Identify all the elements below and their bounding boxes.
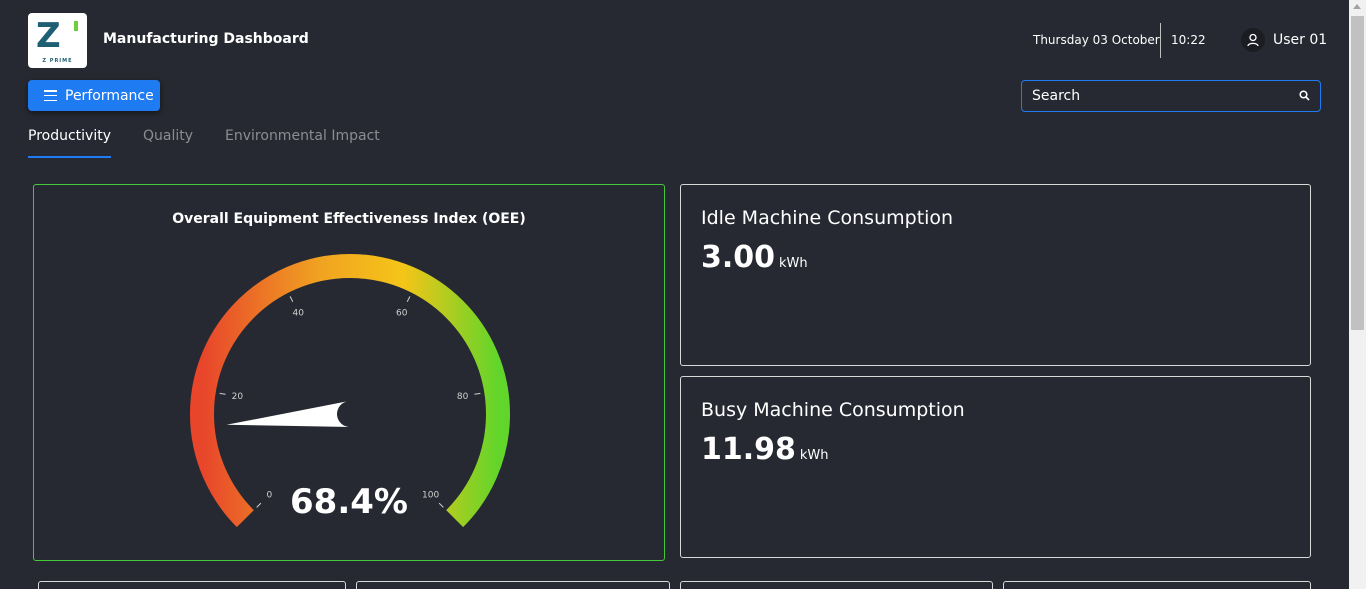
gauge-tick [474,392,481,395]
oee-gauge: 0 20 40 60 80 100 68.4% [190,254,510,528]
oee-card: Overall Equipment Effectiveness Index (O… [33,184,665,561]
bottom-card-3 [680,581,993,589]
user-icon[interactable] [1241,28,1265,52]
gauge-tick-label: 60 [396,308,408,318]
idle-consumption-number: 3.00 [701,240,776,275]
idle-consumption-value: 3.00 kWh [701,240,808,275]
busy-consumption-number: 11.98 [701,432,796,467]
search-input[interactable] [1032,87,1292,105]
logo-accent [74,21,78,31]
hamburger-menu-icon [44,90,57,101]
busy-consumption-unit: kWh [799,448,829,463]
gauge-tick-label: 40 [293,308,305,318]
tab-quality[interactable]: Quality [143,128,193,158]
busy-consumption-value: 11.98 kWh [701,432,829,467]
performance-menu-label: Performance [65,87,154,104]
oee-value: 68.4% [290,482,408,522]
idle-consumption-unit: kWh [779,256,808,271]
gauge-tick [219,392,226,395]
gauge-tick [289,296,294,302]
gauge-tick-label: 20 [232,392,244,402]
bottom-card-2 [356,581,670,589]
idle-consumption-card: Idle Machine Consumption 3.00 kWh [680,184,1311,366]
search-icon[interactable] [1299,90,1310,101]
tab-bar: Productivity Quality Environmental Impac… [28,128,380,158]
gauge-tick-label: 80 [457,392,469,402]
gauge-needle [226,401,352,427]
tab-environmental-impact[interactable]: Environmental Impact [225,128,380,158]
idle-consumption-title: Idle Machine Consumption [701,207,954,229]
gauge-arc [190,254,510,528]
current-time: 10:22 [1171,33,1206,47]
bottom-card-4 [1003,581,1311,589]
tab-productivity[interactable]: Productivity [28,128,111,158]
gauge-tick [256,502,262,508]
busy-consumption-title: Busy Machine Consumption [701,399,965,421]
scroll-up-arrow-icon[interactable] [1353,4,1361,9]
header-divider [1160,23,1161,58]
dashboard-page: Z Z PRIME Manufacturing Dashboard Thursd… [0,0,1366,589]
scrollbar-thumb[interactable] [1351,16,1364,330]
app-title: Manufacturing Dashboard [103,31,309,47]
gauge-tick [438,502,444,508]
gauge-tick [406,296,411,302]
search-box[interactable] [1021,80,1321,112]
logo-brand-text: Z PRIME [42,58,73,64]
company-logo[interactable]: Z Z PRIME [28,13,87,68]
user-name[interactable]: User 01 [1273,32,1327,48]
current-date: Thursday 03 October [1033,33,1160,47]
page-scrollbar[interactable] [1349,0,1366,589]
busy-consumption-card: Busy Machine Consumption 11.98 kWh [680,376,1311,558]
performance-menu-button[interactable]: Performance [28,80,160,111]
gauge-tick-label: 0 [267,491,273,501]
logo-mark: Z [36,16,61,56]
bottom-card-1 [38,581,346,589]
gauge-tick-label: 100 [422,491,439,501]
